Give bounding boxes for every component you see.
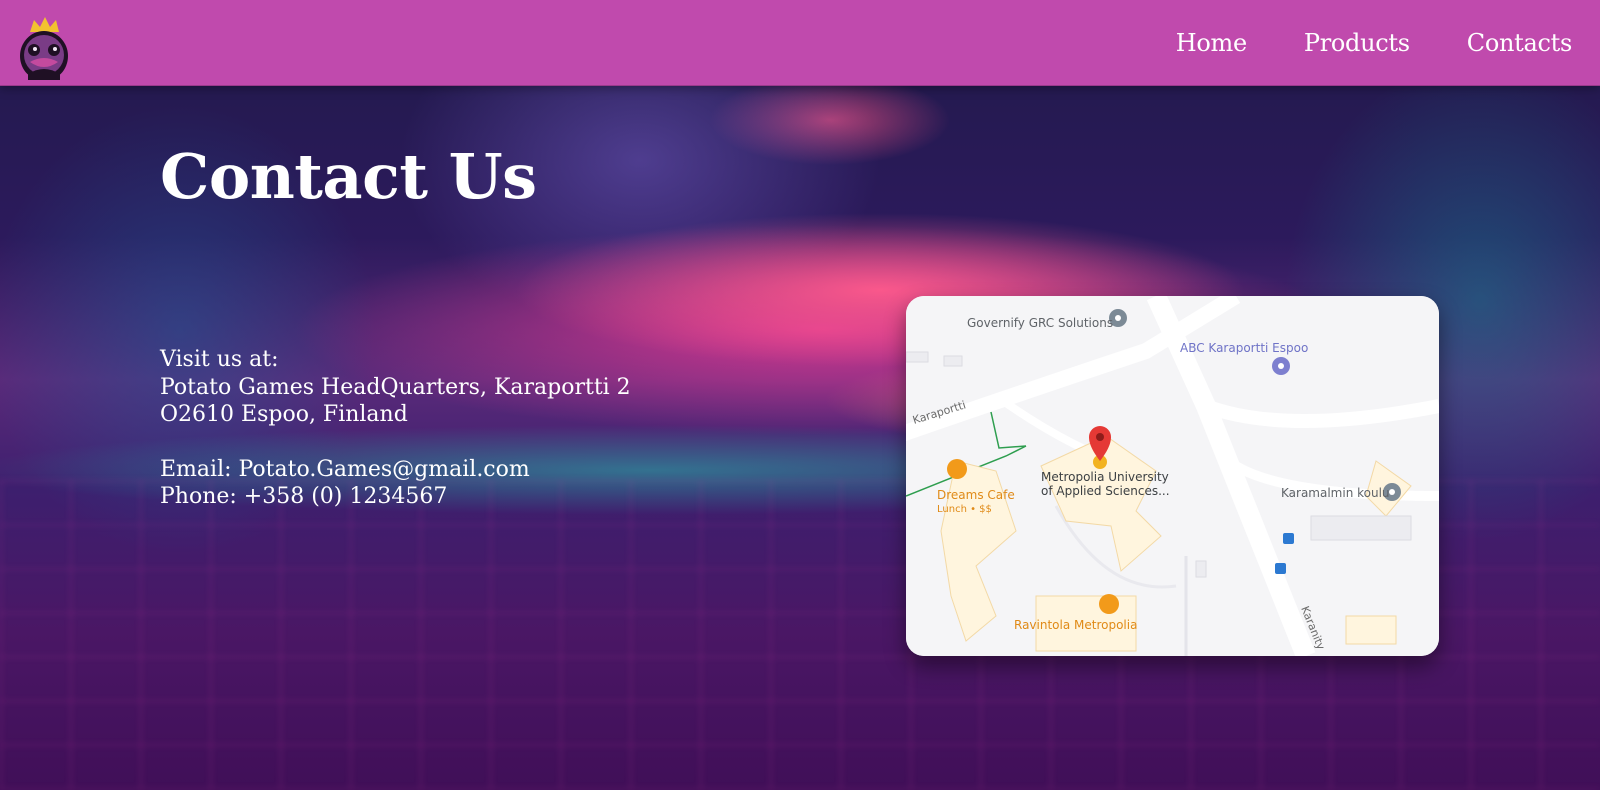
embedded-map[interactable]: Governify GRC Solutions ABC Karaportti E… bbox=[906, 296, 1439, 656]
nav-products-link[interactable]: Products bbox=[1304, 29, 1410, 57]
map-label-karamalmin: Karamalmin koulu bbox=[1281, 486, 1390, 500]
map-label-ravintola: Ravintola Metropolia bbox=[1014, 618, 1137, 632]
top-navbar: Home Products Contacts bbox=[0, 0, 1600, 86]
address-line-2: O2610 Espoo, Finland bbox=[160, 402, 408, 427]
visit-label: Visit us at: bbox=[160, 347, 279, 372]
map-label-metropolia-2: of Applied Sciences... bbox=[1041, 484, 1170, 498]
page-title: Contact Us bbox=[160, 140, 537, 213]
map-label-governify: Governify GRC Solutions bbox=[967, 316, 1113, 330]
email-line[interactable]: Email: Potato.Games@gmail.com bbox=[160, 456, 631, 484]
map-label-dreams-sub: Lunch • $$ bbox=[937, 504, 992, 515]
nav-contacts-link[interactable]: Contacts bbox=[1467, 29, 1573, 57]
logo-icon[interactable] bbox=[18, 14, 70, 81]
address-line-1: Potato Games HeadQuarters, Karaportti 2 bbox=[160, 374, 631, 400]
map-label-dreams: Dreams Cafe bbox=[937, 488, 1015, 502]
map-label-metropolia-1: Metropolia University bbox=[1041, 470, 1169, 484]
contact-info: Visit us at: Potato Games HeadQuarters, … bbox=[160, 346, 631, 511]
map-label-abc: ABC Karaportti Espoo bbox=[1180, 341, 1308, 355]
nav-home-link[interactable]: Home bbox=[1176, 29, 1247, 57]
phone-line[interactable]: Phone: +358 (0) 1234567 bbox=[160, 483, 631, 511]
main-nav: Home Products Contacts bbox=[1119, 0, 1573, 85]
